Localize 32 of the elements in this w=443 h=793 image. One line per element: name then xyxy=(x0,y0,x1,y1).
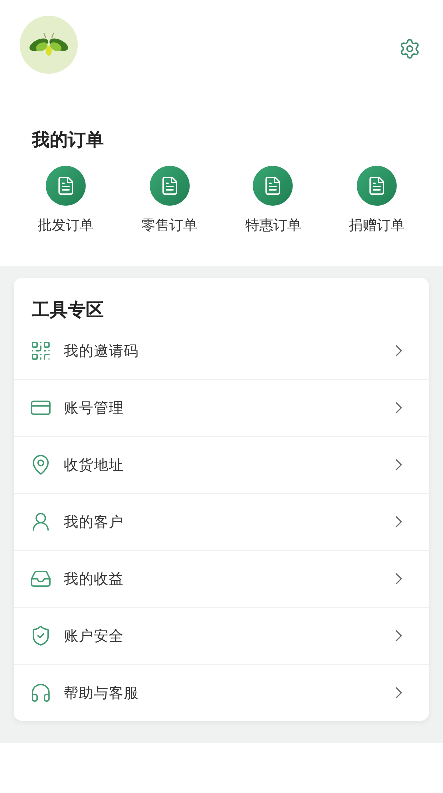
document-icon[interactable] xyxy=(150,166,190,206)
headset-icon xyxy=(30,682,52,704)
order-label[interactable]: 捐赠订单 xyxy=(349,217,406,235)
section-title: 我的订单 xyxy=(32,129,105,152)
settings-icon[interactable] xyxy=(399,38,421,60)
person-icon xyxy=(30,511,52,533)
document-icon[interactable] xyxy=(46,166,86,206)
document-icon[interactable] xyxy=(357,166,398,206)
menu-label: 我的邀请码 xyxy=(64,342,140,360)
shield-check-icon xyxy=(30,625,52,647)
menu-row[interactable]: 我的邀请码 xyxy=(14,323,429,379)
order-label[interactable]: 特惠订单 xyxy=(245,217,302,235)
menu-row[interactable]: 帮助与客服 xyxy=(14,664,429,721)
menu-row[interactable]: 我的客户 xyxy=(14,493,429,550)
menu-label: 收货地址 xyxy=(64,456,125,474)
menu-label: 账户安全 xyxy=(64,628,125,646)
menu-label: 我的客户 xyxy=(64,514,125,532)
menu-label: 我的收益 xyxy=(64,570,125,588)
menu-label: 帮助与客服 xyxy=(64,684,140,702)
tray-icon xyxy=(30,568,52,590)
document-icon[interactable] xyxy=(253,166,294,206)
qr-code-icon xyxy=(30,340,52,362)
menu-row[interactable]: 账户安全 xyxy=(14,607,429,664)
menu-row[interactable]: 我的收益 xyxy=(14,550,429,607)
order-label[interactable]: 批发订单 xyxy=(38,217,94,235)
menu-row[interactable]: 收货地址 xyxy=(14,436,429,493)
location-pin-icon xyxy=(30,454,52,476)
section-title: 工具专区 xyxy=(32,299,105,322)
logo-avatar[interactable] xyxy=(20,16,78,74)
order-label[interactable]: 零售订单 xyxy=(142,217,198,235)
menu-label: 账号管理 xyxy=(64,400,125,418)
menu-row[interactable]: 账号管理 xyxy=(14,379,429,436)
